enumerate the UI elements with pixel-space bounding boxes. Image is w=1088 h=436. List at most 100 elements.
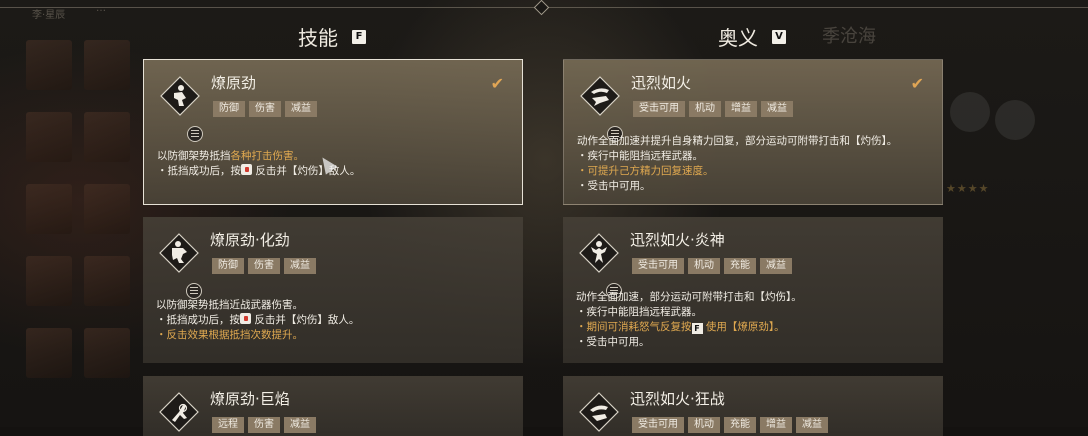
ultimate-icon-frame bbox=[579, 392, 619, 432]
martial-stance-icon bbox=[160, 76, 200, 116]
desc-text: ・疾行中能阻挡远程武器。 bbox=[576, 306, 702, 318]
selected-check-icon: ✔ bbox=[910, 74, 924, 93]
ultimates-key-hint: V bbox=[772, 29, 786, 44]
button-prompt-icon bbox=[240, 313, 251, 324]
skill-tag: 防御 bbox=[212, 258, 244, 274]
ultimate-tag: 充能 bbox=[724, 258, 756, 274]
desc-text: ・受击中可用。 bbox=[577, 180, 651, 192]
portrait-thumb[interactable] bbox=[84, 328, 130, 378]
desc-text: 反击并【灼伤】敌人。 bbox=[254, 314, 360, 326]
skill-tag: 减益 bbox=[284, 258, 316, 274]
skills-header: 技能 F bbox=[298, 22, 366, 51]
portrait-thumb[interactable] bbox=[26, 112, 72, 162]
ultimate-tag: 减益 bbox=[760, 258, 792, 274]
desc-highlight: 使用【燎原劲】。 bbox=[705, 321, 785, 333]
skill-description: 以防御架势抵挡近战武器伤害。 ・抵挡成功后，按 反击并【灼伤】敌人。 ・反击效果… bbox=[156, 298, 359, 343]
ultimate-card-kuangzhan[interactable]: 迅烈如火·狂战 受击可用 机动 充能 增益 减益 bbox=[563, 376, 943, 436]
portrait-thumb[interactable] bbox=[26, 256, 72, 306]
ultimate-tag: 机动 bbox=[688, 417, 720, 433]
desc-text: 动作全面加速并提升自身精力回复，部分运动可附带打击和【灼伤】。 bbox=[577, 135, 898, 147]
background-stars: ★★★★ bbox=[946, 182, 990, 195]
key-f-icon: F bbox=[691, 323, 703, 334]
ultimate-icon-frame bbox=[580, 76, 623, 142]
ultimate-tag: 减益 bbox=[761, 101, 793, 117]
ultimate-title: 迅烈如火·炎神 bbox=[630, 231, 725, 249]
skill-detail-button[interactable] bbox=[187, 126, 203, 142]
desc-text: ・抵挡成功后，按 bbox=[157, 165, 241, 177]
desc-text: ・疾行中能阻挡远程武器。 bbox=[577, 150, 703, 162]
ultimate-tag: 受击可用 bbox=[632, 258, 684, 274]
skill-tag: 伤害 bbox=[248, 417, 280, 433]
flame-kick-icon bbox=[159, 392, 199, 432]
skill-tag: 防御 bbox=[213, 101, 245, 117]
skill-title: 燎原劲 bbox=[211, 74, 257, 92]
desc-highlight: ・反击效果根据抵挡次数提升。 bbox=[156, 329, 303, 341]
ultimate-tag: 机动 bbox=[688, 258, 720, 274]
button-prompt-icon bbox=[241, 164, 252, 175]
ultimate-tag: 受击可用 bbox=[632, 417, 684, 433]
skill-tag: 减益 bbox=[284, 417, 316, 433]
ultimates-header-title: 奥义 bbox=[718, 26, 758, 50]
ultimate-tag: 机动 bbox=[689, 101, 721, 117]
ultimate-tag: 减益 bbox=[796, 417, 828, 433]
ultimate-icon-frame bbox=[579, 233, 622, 299]
ultimate-title: 迅烈如火·狂战 bbox=[630, 390, 725, 408]
portrait-thumb[interactable] bbox=[84, 184, 130, 234]
ultimate-tag: 增益 bbox=[760, 417, 792, 433]
skill-icon-frame bbox=[159, 392, 199, 432]
skills-header-title: 技能 bbox=[298, 26, 338, 50]
skill-tag: 远程 bbox=[212, 417, 244, 433]
berserk-dash-icon bbox=[579, 392, 619, 432]
flame-god-icon bbox=[579, 233, 619, 273]
portrait-thumb[interactable] bbox=[26, 40, 72, 90]
background-emblem bbox=[995, 100, 1035, 140]
desc-text: ・受击中可用。 bbox=[576, 336, 650, 348]
desc-highlight: ・可提升己方精力回复速度。 bbox=[577, 165, 714, 177]
skill-tag: 减益 bbox=[285, 101, 317, 117]
skill-tag: 伤害 bbox=[249, 101, 281, 117]
ultimate-tags: 受击可用 机动 充能 减益 bbox=[632, 258, 792, 274]
skill-card-liaoyuanjin[interactable]: 燎原劲 防御 伤害 减益 ✔ 以防御架势抵挡各种打击伤害。 ・抵挡成功后，按 反… bbox=[143, 59, 523, 205]
skill-card-juyan[interactable]: 燎原劲·巨焰 远程 伤害 减益 bbox=[143, 376, 523, 436]
ultimate-card-xunlierhuo[interactable]: 迅烈如火 受击可用 机动 增益 减益 ✔ 动作全面加速并提升自身精力回复，部分运… bbox=[563, 59, 943, 205]
skill-icon-frame bbox=[160, 76, 203, 142]
ultimate-title: 迅烈如火 bbox=[631, 74, 692, 92]
ultimate-tags: 受击可用 机动 充能 增益 减益 bbox=[632, 417, 828, 433]
ultimate-tag: 充能 bbox=[724, 417, 756, 433]
portrait-thumb[interactable] bbox=[84, 112, 130, 162]
portrait-thumb[interactable] bbox=[26, 184, 72, 234]
desc-text: 反击并【灼伤】敌人。 bbox=[255, 165, 361, 177]
ultimate-tag: 增益 bbox=[725, 101, 757, 117]
skill-tags: 远程 伤害 减益 bbox=[212, 417, 316, 433]
desc-highlight: 各种打击伤害。 bbox=[230, 150, 305, 162]
skill-tag: 伤害 bbox=[248, 258, 280, 274]
ultimates-header: 奥义 V bbox=[718, 22, 786, 51]
dash-strike-icon bbox=[580, 76, 620, 116]
desc-text: 以防御架势抵挡近战武器伤害。 bbox=[156, 299, 303, 311]
ultimate-tag: 受击可用 bbox=[633, 101, 685, 117]
portrait-thumb[interactable] bbox=[84, 256, 130, 306]
skill-detail-button[interactable] bbox=[186, 283, 202, 299]
skill-title: 燎原劲·化劲 bbox=[210, 231, 290, 249]
top-dim-label: 李·星辰 bbox=[32, 10, 66, 21]
character-portrait-strip bbox=[20, 20, 140, 420]
parry-stance-icon bbox=[159, 233, 199, 273]
skill-card-huajin[interactable]: 燎原劲·化劲 防御 伤害 减益 以防御架势抵挡近战武器伤害。 ・抵挡成功后，按 … bbox=[143, 217, 523, 363]
desc-text: 以防御架势抵挡 bbox=[157, 150, 231, 162]
ultimate-tags: 受击可用 机动 增益 减益 bbox=[633, 101, 793, 117]
desc-text: 动作全面加速，部分运动可附带打击和【灼伤】。 bbox=[576, 291, 802, 303]
top-dim-label-2: … bbox=[96, 3, 106, 14]
desc-highlight: ・期间可消耗怒气反复按 bbox=[576, 321, 692, 333]
desc-text: ・抵挡成功后，按 bbox=[156, 314, 240, 326]
ultimate-description: 动作全面加速并提升自身精力回复，部分运动可附带打击和【灼伤】。 ・疾行中能阻挡远… bbox=[577, 134, 897, 194]
skill-tags: 防御 伤害 减益 bbox=[213, 101, 317, 117]
ultimate-card-yanshen[interactable]: 迅烈如火·炎神 受击可用 机动 充能 减益 动作全面加速，部分运动可附带打击和【… bbox=[563, 217, 943, 363]
skills-key-hint: F bbox=[352, 29, 366, 44]
skill-tags: 防御 伤害 减益 bbox=[212, 258, 316, 274]
background-character-name: 季沧海 bbox=[822, 26, 876, 47]
skill-title: 燎原劲·巨焰 bbox=[210, 390, 290, 408]
background-emblem bbox=[950, 92, 990, 132]
ultimate-description: 动作全面加速，部分运动可附带打击和【灼伤】。 ・疾行中能阻挡远程武器。 ・期间可… bbox=[576, 290, 802, 350]
portrait-thumb[interactable] bbox=[26, 328, 72, 378]
portrait-thumb[interactable] bbox=[84, 40, 130, 90]
